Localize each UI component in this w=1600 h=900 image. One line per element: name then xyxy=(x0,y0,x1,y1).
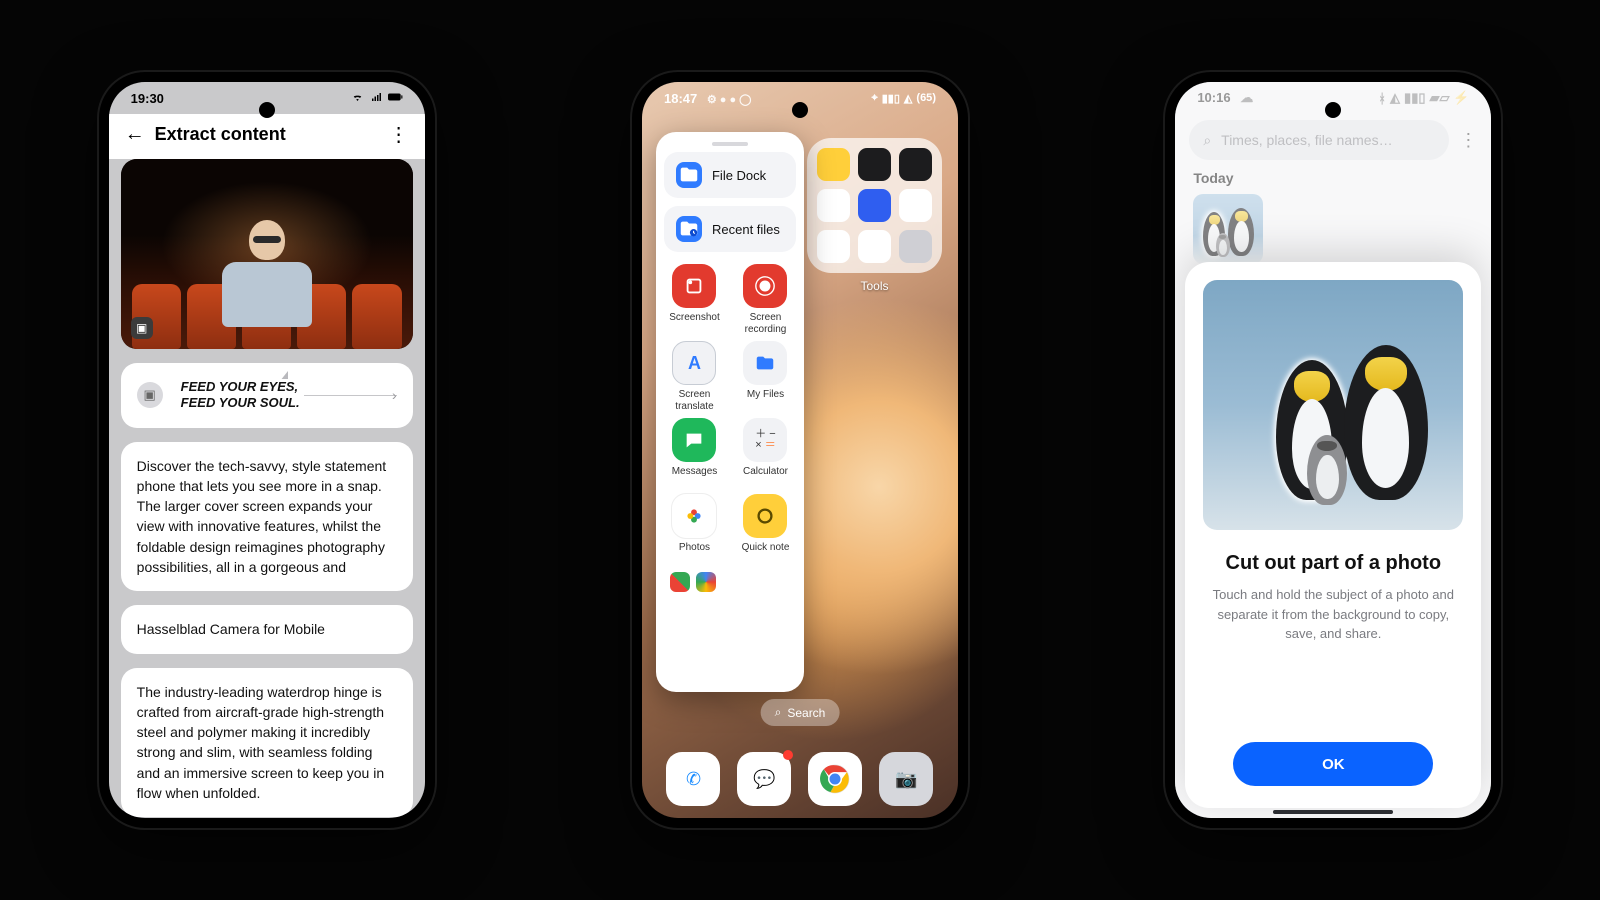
status-clock: 18:47 xyxy=(664,91,697,106)
tools-folder-label: Tools xyxy=(807,279,942,293)
status-clock: 19:30 xyxy=(131,91,164,106)
phone-gallery-cutout: 10:16 ☁ ᚼ ◭ ▮▮▯ ▰▱ ⚡ ⌕ Times, places, fi… xyxy=(1163,70,1503,830)
battery-icon: ▰▱ ⚡ xyxy=(1430,90,1470,106)
sidebar-item-my-files[interactable]: My Files xyxy=(735,341,796,412)
sidebar-item-quick-note[interactable]: Quick note xyxy=(735,494,796,564)
smart-sidebar[interactable]: File Dock Recent files Screenshot S xyxy=(656,132,804,692)
extract-card-hasselblad[interactable]: Hasselblad Camera for Mobile xyxy=(121,605,413,653)
back-button[interactable]: ← xyxy=(125,123,145,146)
tools-folder[interactable]: Tools xyxy=(807,138,942,293)
sidebar-mini-apps[interactable] xyxy=(670,572,796,592)
phone-home-smart-sidebar: 18:47 ⚙ ● ● ◯ ⌖ ▮▮▯ ◭ (65) xyxy=(630,70,970,830)
app-bar: ← Extract content ⋮ xyxy=(109,114,425,159)
cutout-preview-image[interactable] xyxy=(1203,280,1463,530)
slogan-text: FEED YOUR EYES, FEED YOUR SOUL. xyxy=(177,379,304,412)
wifi-icon: ◭ xyxy=(904,92,912,105)
image-chip-icon: ▣ xyxy=(131,317,153,339)
sidebar-item-screen-recording[interactable]: Screen recording xyxy=(735,264,796,335)
signal-icon xyxy=(369,91,384,106)
sidebar-item-calculator[interactable]: ＋ −× ＝ Calculator xyxy=(735,418,796,488)
dock: ✆ 💬 📷 xyxy=(642,752,958,806)
tool-files-icon[interactable] xyxy=(858,230,891,263)
dock-messages[interactable]: 💬 xyxy=(737,752,791,806)
cutout-info-sheet: Cut out part of a photo Touch and hold t… xyxy=(1185,262,1481,808)
notification-badge xyxy=(783,750,793,760)
dock-chrome[interactable] xyxy=(808,752,862,806)
tool-compass-icon[interactable] xyxy=(899,189,932,222)
tool-remote-icon[interactable] xyxy=(858,148,891,181)
file-dock-icon xyxy=(676,162,702,188)
chevron-right-icon: › xyxy=(392,385,397,405)
dock-camera[interactable]: 📷 xyxy=(879,752,933,806)
sidebar-item-screenshot[interactable]: Screenshot xyxy=(664,264,725,335)
slogan-card[interactable]: ▣ FEED YOUR EYES, FEED YOUR SOUL. › xyxy=(121,363,413,428)
photos-icon xyxy=(672,494,716,538)
location-icon: ⌖ xyxy=(872,92,878,105)
ok-button[interactable]: OK xyxy=(1233,742,1433,786)
search-placeholder: Times, places, file names… xyxy=(1221,132,1392,148)
extract-card-description[interactable]: Discover the tech-savvy, style statement… xyxy=(121,442,413,592)
sheet-title: Cut out part of a photo xyxy=(1226,552,1442,575)
file-dock-label: File Dock xyxy=(712,168,766,183)
status-clock: 10:16 xyxy=(1197,90,1230,105)
wifi-icon xyxy=(350,91,365,106)
page-title: Extract content xyxy=(155,124,379,145)
tool-notes-icon[interactable] xyxy=(817,148,850,181)
tool-recorder-icon[interactable] xyxy=(817,189,850,222)
signal-icon: ▮▮▯ xyxy=(882,92,900,105)
photo-thumbnail[interactable] xyxy=(1193,194,1263,264)
search-icon: ⌕ xyxy=(1203,132,1211,149)
dock-phone[interactable]: ✆ xyxy=(666,752,720,806)
recent-files-row[interactable]: Recent files xyxy=(664,206,796,252)
search-icon: ⌕ xyxy=(775,705,782,720)
screen-recording-icon xyxy=(743,264,787,308)
tool-clock-icon[interactable] xyxy=(899,148,932,181)
sidebar-item-photos[interactable]: Photos xyxy=(664,494,725,564)
drag-handle[interactable] xyxy=(712,142,748,146)
section-today: Today xyxy=(1193,170,1491,186)
gesture-bar[interactable] xyxy=(1273,810,1393,814)
extracted-hero-image[interactable]: ▣ xyxy=(121,159,413,349)
file-dock-row[interactable]: File Dock xyxy=(664,152,796,198)
tool-calculator-icon[interactable] xyxy=(817,230,850,263)
extract-card-hinge[interactable]: The industry-leading waterdrop hinge is … xyxy=(121,668,413,818)
messages-icon xyxy=(672,418,716,462)
phone-extract-content: 19:30 ← Extract content ⋮ xyxy=(97,70,437,830)
bluetooth-icon: ᚼ xyxy=(1378,91,1386,106)
recent-files-icon xyxy=(676,216,702,242)
overflow-menu-button[interactable]: ⋮ xyxy=(1459,130,1477,151)
sidebar-item-screen-translate[interactable]: A Screen translate xyxy=(664,341,725,412)
overflow-menu-button[interactable]: ⋮ xyxy=(389,122,409,147)
gallery-search-input[interactable]: ⌕ Times, places, file names… xyxy=(1189,120,1449,160)
home-search[interactable]: ⌕ Search xyxy=(761,699,840,726)
quick-note-icon xyxy=(743,494,787,538)
sheet-description: Touch and hold the subject of a photo an… xyxy=(1203,585,1463,644)
tool-private-safe-icon[interactable] xyxy=(899,230,932,263)
battery-pct: (65) xyxy=(916,92,936,104)
tool-share-icon[interactable] xyxy=(858,189,891,222)
screenshot-icon xyxy=(672,264,716,308)
signal-icon: ▮▮▯ xyxy=(1404,90,1425,106)
slogan-badge-icon: ▣ xyxy=(137,382,163,408)
wifi-icon: ◭ xyxy=(1390,90,1400,106)
screen-translate-icon: A xyxy=(672,341,716,385)
battery-icon xyxy=(388,91,403,106)
recent-files-label: Recent files xyxy=(712,222,780,237)
my-files-icon xyxy=(743,341,787,385)
calculator-icon: ＋ −× ＝ xyxy=(743,418,787,462)
sidebar-item-messages[interactable]: Messages xyxy=(664,418,725,488)
